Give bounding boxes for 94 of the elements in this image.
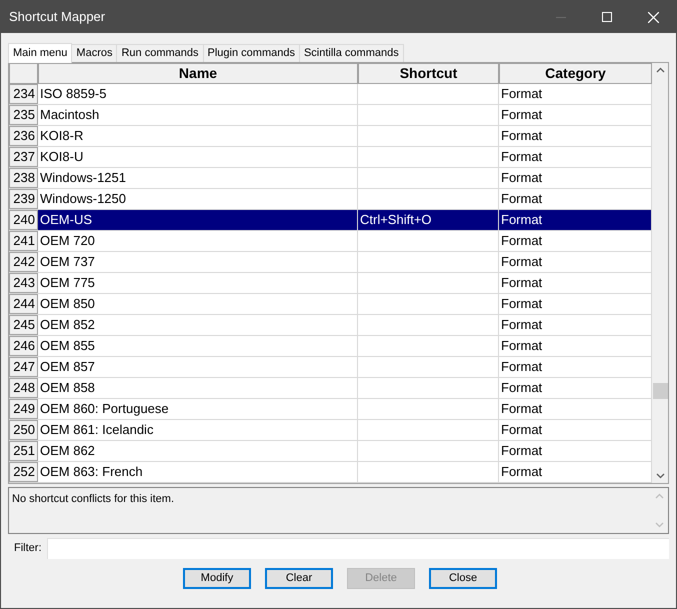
command-name-cell[interactable]: OEM 852 bbox=[38, 315, 358, 335]
shortcut-cell[interactable] bbox=[358, 168, 499, 188]
column-header[interactable]: Shortcut bbox=[358, 63, 499, 84]
command-name-cell[interactable]: OEM 775 bbox=[38, 273, 358, 293]
shortcut-cell[interactable] bbox=[358, 105, 499, 125]
conflict-message: No shortcut conflicts for this item. bbox=[12, 492, 174, 507]
shortcut-cell[interactable] bbox=[358, 252, 499, 272]
category-cell[interactable]: Format bbox=[499, 252, 652, 272]
command-name-cell[interactable]: OEM 720 bbox=[38, 231, 358, 251]
category-cell[interactable]: Format bbox=[499, 210, 652, 230]
tab[interactable]: Scintilla commands bbox=[298, 44, 404, 62]
shortcut-cell[interactable] bbox=[358, 273, 499, 293]
scrollbar-thumb[interactable] bbox=[653, 383, 668, 399]
filter-field[interactable] bbox=[47, 538, 669, 559]
shortcut-cell[interactable] bbox=[358, 357, 499, 377]
command-name-cell[interactable]: OEM 855 bbox=[38, 336, 358, 356]
category-cell[interactable]: Format bbox=[499, 420, 652, 440]
category-cell[interactable]: Format bbox=[499, 399, 652, 419]
row-number: 245 bbox=[9, 315, 38, 335]
shortcut-cell[interactable] bbox=[358, 147, 499, 167]
window-title: Shortcut Mapper bbox=[9, 8, 106, 26]
scroll-up-icon[interactable] bbox=[656, 67, 664, 73]
dialog-button[interactable]: Modify bbox=[183, 568, 251, 589]
command-name-cell[interactable]: OEM-US bbox=[38, 210, 358, 230]
category-cell[interactable]: Format bbox=[499, 126, 652, 146]
row-number: 249 bbox=[9, 399, 38, 419]
scroll-down-icon[interactable] bbox=[656, 473, 664, 479]
shortcut-cell[interactable] bbox=[358, 294, 499, 314]
row-number: 252 bbox=[9, 462, 38, 482]
command-name-cell[interactable]: Windows-1251 bbox=[38, 168, 358, 188]
row-number: 243 bbox=[9, 273, 38, 293]
category-cell[interactable]: Format bbox=[499, 378, 652, 398]
filter-label: Filter: bbox=[14, 541, 42, 556]
row-number: 251 bbox=[9, 441, 38, 461]
row-number: 235 bbox=[9, 105, 38, 125]
category-cell[interactable]: Format bbox=[499, 273, 652, 293]
shortcut-cell[interactable] bbox=[358, 84, 499, 104]
dialog-button[interactable]: Clear bbox=[265, 568, 333, 589]
row-number: 242 bbox=[9, 252, 38, 272]
category-cell[interactable]: Format bbox=[499, 147, 652, 167]
shortcut-cell[interactable] bbox=[358, 336, 499, 356]
row-number: 240 bbox=[9, 210, 38, 230]
row-number: 239 bbox=[9, 189, 38, 209]
category-cell[interactable]: Format bbox=[499, 84, 652, 104]
row-number: 241 bbox=[9, 231, 38, 251]
shortcut-cell[interactable] bbox=[358, 420, 499, 440]
shortcut-cell[interactable] bbox=[358, 126, 499, 146]
scroll-down-icon bbox=[655, 522, 664, 528]
command-name-cell[interactable]: OEM 857 bbox=[38, 357, 358, 377]
shortcut-cell[interactable] bbox=[358, 231, 499, 251]
shortcut-cell[interactable] bbox=[358, 462, 499, 482]
column-header[interactable]: Category bbox=[499, 63, 652, 84]
command-name-cell[interactable]: OEM 737 bbox=[38, 252, 358, 272]
category-cell[interactable]: Format bbox=[499, 168, 652, 188]
command-name-cell[interactable]: ISO 8859-5 bbox=[38, 84, 358, 104]
shortcut-cell[interactable] bbox=[358, 399, 499, 419]
category-cell[interactable]: Format bbox=[499, 315, 652, 335]
shortcut-cell[interactable] bbox=[358, 441, 499, 461]
row-number: 250 bbox=[9, 420, 38, 440]
shortcut-cell[interactable]: Ctrl+Shift+O bbox=[358, 210, 499, 230]
command-name-cell[interactable]: Macintosh bbox=[38, 105, 358, 125]
category-cell[interactable]: Format bbox=[499, 231, 652, 251]
command-name-cell[interactable]: KOI8-R bbox=[38, 126, 358, 146]
shortcut-cell[interactable] bbox=[358, 315, 499, 335]
category-cell[interactable]: Format bbox=[499, 105, 652, 125]
category-cell[interactable]: Format bbox=[499, 294, 652, 314]
scroll-up-icon bbox=[655, 493, 664, 499]
command-name-cell[interactable]: OEM 861: Icelandic bbox=[38, 420, 358, 440]
close-icon bbox=[648, 12, 658, 22]
command-name-cell[interactable]: OEM 850 bbox=[38, 294, 358, 314]
row-number: 248 bbox=[9, 378, 38, 398]
tab[interactable]: Main menu bbox=[8, 43, 72, 63]
command-name-cell[interactable]: OEM 858 bbox=[38, 378, 358, 398]
command-name-cell[interactable]: KOI8-U bbox=[38, 147, 358, 167]
category-cell[interactable]: Format bbox=[499, 336, 652, 356]
category-cell[interactable]: Format bbox=[499, 462, 652, 482]
category-cell[interactable]: Format bbox=[499, 357, 652, 377]
command-name-cell[interactable]: Windows-1250 bbox=[38, 189, 358, 209]
command-name-cell[interactable]: OEM 862 bbox=[38, 441, 358, 461]
dialog-button[interactable]: Close bbox=[429, 568, 497, 589]
shortcut-cell[interactable] bbox=[358, 189, 499, 209]
command-name-cell[interactable]: OEM 860: Portuguese bbox=[38, 399, 358, 419]
command-name-cell[interactable]: OEM 863: French bbox=[38, 462, 358, 482]
row-number: 236 bbox=[9, 126, 38, 146]
row-number: 234 bbox=[9, 84, 38, 104]
row-number: 246 bbox=[9, 336, 38, 356]
row-number: 238 bbox=[9, 168, 38, 188]
category-cell[interactable]: Format bbox=[499, 189, 652, 209]
category-cell[interactable]: Format bbox=[499, 441, 652, 461]
row-number: 244 bbox=[9, 294, 38, 314]
row-number: 237 bbox=[9, 147, 38, 167]
column-header[interactable]: Name bbox=[38, 63, 358, 84]
row-number: 247 bbox=[9, 357, 38, 377]
shortcut-cell[interactable] bbox=[358, 378, 499, 398]
